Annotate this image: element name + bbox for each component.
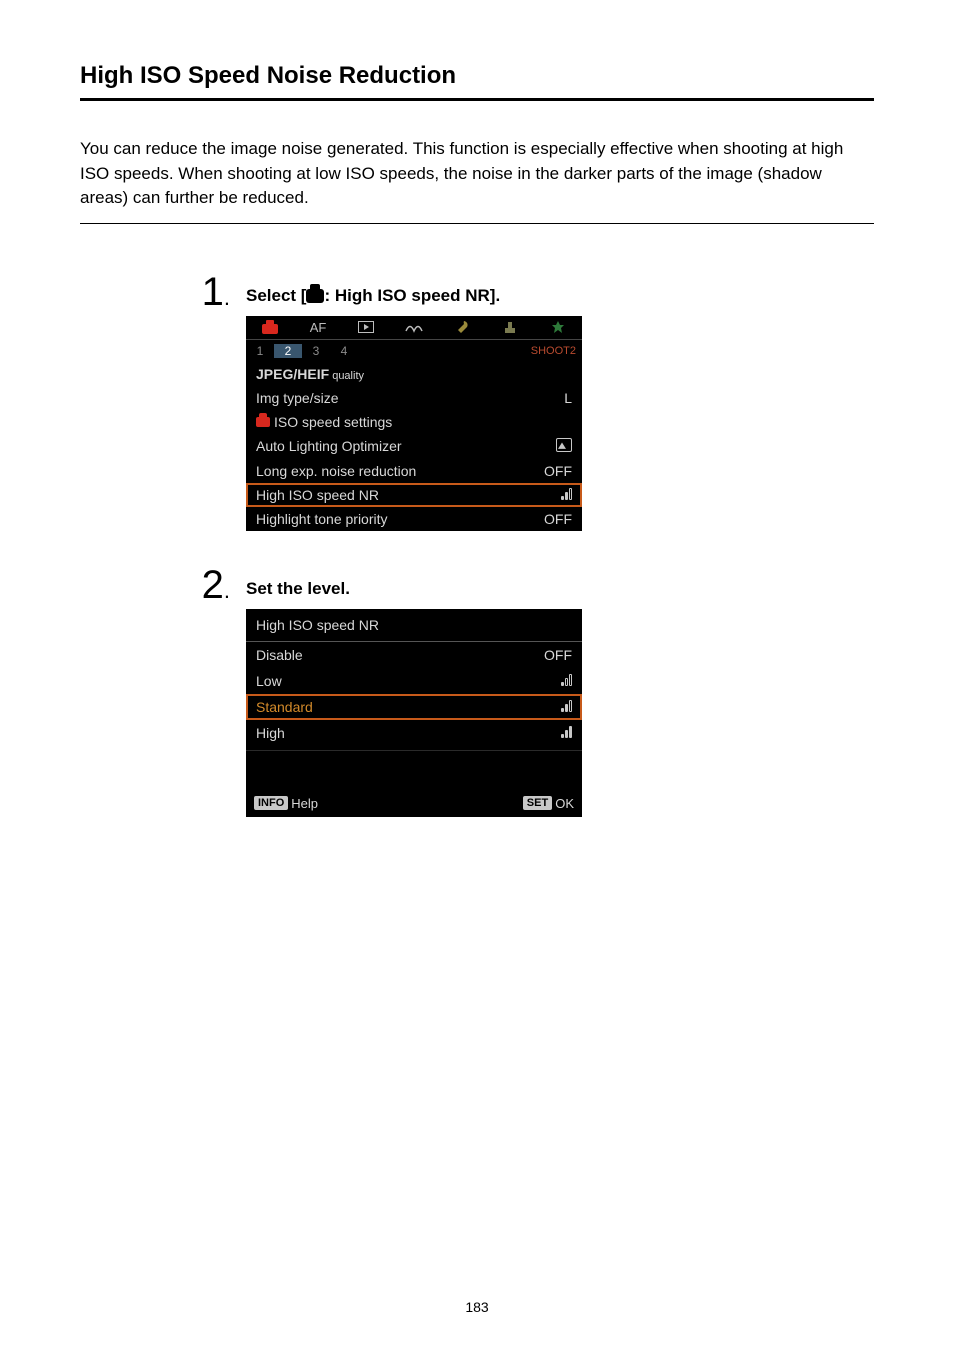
step-1-number: 1. (180, 272, 234, 312)
tab-custom-icon[interactable] (486, 316, 534, 340)
menu-row[interactable]: Highlight tone priority OFF (246, 507, 582, 531)
info-help-button[interactable]: INFO Help (254, 796, 318, 811)
options-heading: High ISO speed NR (246, 609, 582, 642)
tab-playback-icon[interactable] (342, 316, 390, 340)
tab-af[interactable]: AF (294, 316, 342, 340)
step-2: 2. Set the level. High ISO speed NR Disa… (180, 565, 874, 817)
page-number: 183 (0, 1299, 954, 1315)
tab-wrench-icon[interactable] (438, 316, 486, 340)
nr-option[interactable]: Low (246, 668, 582, 694)
screenshot-options: High ISO speed NR Disable OFF Low Standa… (246, 609, 582, 817)
bars-icon (561, 726, 572, 738)
menu-row[interactable]: Img type/size L (246, 386, 582, 410)
bars-icon (561, 674, 572, 686)
screenshot-menu: AF (246, 316, 582, 531)
set-ok-button[interactable]: SET OK (523, 796, 574, 811)
tab-star-icon[interactable] (534, 316, 582, 340)
menu-row[interactable]: ISO speed settings (246, 410, 582, 434)
subtab-3[interactable]: 3 (302, 344, 330, 358)
bars-icon (561, 700, 572, 712)
nr-option[interactable]: Standard (246, 694, 582, 720)
menu-page-name: SHOOT2 (531, 345, 582, 357)
menu-row[interactable]: Auto Lighting Optimizer (246, 434, 582, 459)
tab-shoot-icon[interactable] (246, 316, 294, 340)
nr-option[interactable]: Disable OFF (246, 642, 582, 668)
step-1: 1. Select [: High ISO speed NR]. AF (180, 272, 874, 531)
subtab-4[interactable]: 4 (330, 344, 358, 358)
camera-icon (306, 289, 324, 303)
page-title: High ISO Speed Noise Reduction (80, 62, 874, 101)
subtab-2[interactable]: 2 (274, 344, 302, 358)
step-1-label: Select [: High ISO speed NR]. (246, 286, 582, 306)
bars-icon (561, 488, 572, 500)
nr-option[interactable]: High (246, 720, 582, 746)
menu-row[interactable]: JPEG/HEIF quality (246, 362, 582, 386)
menu-row[interactable]: Long exp. noise reduction OFF (246, 459, 582, 483)
alo-icon (556, 438, 572, 452)
intro-text: You can reduce the image noise generated… (80, 137, 874, 224)
step-2-label: Set the level. (246, 579, 582, 599)
menu-row[interactable]: High ISO speed NR (246, 483, 582, 507)
step-2-number: 2. (180, 565, 234, 605)
tab-network-icon[interactable] (390, 316, 438, 340)
subtab-1[interactable]: 1 (246, 344, 274, 358)
